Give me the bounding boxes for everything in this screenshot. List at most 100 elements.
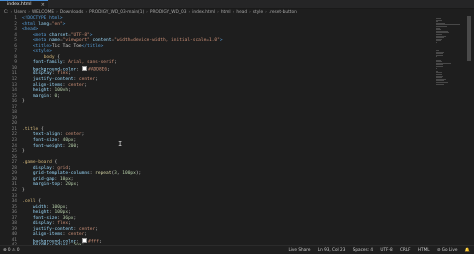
go-live-button[interactable]: ⊘ Go Live <box>437 247 458 252</box>
code-token: center <box>65 132 81 137</box>
code-token <box>22 144 33 149</box>
minimap-line <box>436 55 443 56</box>
breadcrumb-separator-icon: › <box>28 10 30 15</box>
notifications-bell-icon[interactable]: 🔔 <box>465 247 470 252</box>
code-token: margin-top <box>33 182 60 187</box>
code-token: <style> <box>33 49 52 54</box>
code-token <box>22 216 33 221</box>
code-token <box>22 132 33 137</box>
code-token <box>22 88 33 93</box>
code-token: display <box>33 221 52 226</box>
code-token: { <box>36 199 41 204</box>
code-token: #ADD8E6 <box>88 67 107 72</box>
code-token: ; <box>68 221 71 226</box>
code-token: .game-board <box>22 160 52 165</box>
code-token: { <box>52 160 57 165</box>
encoding-setting[interactable]: UTF-8 <box>380 247 392 252</box>
tab-index-html[interactable]: index.html × <box>0 0 48 8</box>
code-area[interactable]: <!DOCTYPE html><html lang="en"><head> <m… <box>22 16 432 245</box>
code-token <box>22 182 33 187</box>
code-token <box>22 205 33 210</box>
breadcrumb-item[interactable]: Downloads <box>60 10 84 15</box>
code-token: ; <box>95 227 98 232</box>
breadcrumb-separator-icon: › <box>56 10 58 15</box>
minimap[interactable] <box>432 16 462 245</box>
code-token: Arial, sans-serif <box>68 60 114 65</box>
code-token <box>22 232 33 237</box>
code-token <box>22 49 33 54</box>
code-token: <!DOCTYPE html> <box>22 16 63 21</box>
breadcrumb-item[interactable]: head <box>236 10 247 15</box>
code-token: ; <box>84 83 87 88</box>
code-token: 100px <box>55 210 69 215</box>
code-token: ; <box>84 232 87 237</box>
status-bar: ⊗ 0 ⚠ 0 Live Share Ln 93, Col 23 Spaces:… <box>0 245 474 253</box>
code-token: width <box>33 205 47 210</box>
code-token: name <box>49 38 60 43</box>
cursor-position[interactable]: Ln 93, Col 23 <box>318 247 346 252</box>
code-token: } <box>22 149 25 154</box>
breadcrumb-separator-icon: › <box>10 10 12 15</box>
code-token: font-family <box>33 60 63 65</box>
vertical-scrollbar[interactable] <box>466 16 472 245</box>
breadcrumb-separator-icon: › <box>85 10 87 15</box>
code-token: <meta <box>33 33 49 38</box>
code-token: } <box>22 188 25 193</box>
breadcrumb-item[interactable]: .reset-button <box>269 10 297 15</box>
breadcrumb-item[interactable]: index.html <box>192 10 215 15</box>
code-token: 100px <box>52 205 66 210</box>
code-token <box>22 210 33 215</box>
code-editor[interactable]: 1234567891011121314151617181920212223242… <box>0 16 474 245</box>
code-token: align-items <box>33 83 63 88</box>
code-token: font-weight <box>33 144 63 149</box>
code-token: charset <box>49 33 68 38</box>
code-token: center <box>68 83 84 88</box>
minimap-line <box>436 40 441 41</box>
tab-bar: index.html × <box>0 0 474 9</box>
breadcrumb-item[interactable]: WELCOME <box>32 10 54 15</box>
code-token: ; <box>99 239 102 244</box>
code-token <box>22 171 33 176</box>
code-token: ; <box>95 77 98 82</box>
code-token: ; <box>114 60 117 65</box>
code-token: ); <box>136 171 141 176</box>
code-token: <title> <box>33 44 52 49</box>
code-token <box>22 33 33 38</box>
code-token: height <box>33 210 49 215</box>
code-token: 20px <box>65 182 76 187</box>
indentation-setting[interactable]: Spaces: 4 <box>353 247 373 252</box>
code-token: ; <box>68 88 71 93</box>
tab-close-icon[interactable]: × <box>41 1 45 9</box>
code-token: "en" <box>52 22 63 27</box>
scrollbar-thumb[interactable] <box>467 16 471 61</box>
eol-setting[interactable]: CRLF <box>400 247 411 252</box>
code-token: } <box>22 99 25 104</box>
breadcrumb-item[interactable]: style <box>253 10 263 15</box>
code-token <box>22 221 33 226</box>
breadcrumb-item[interactable]: C: <box>4 10 8 15</box>
code-token: 100px <box>122 171 136 176</box>
code-token: repeat <box>95 171 111 176</box>
color-swatch-icon[interactable] <box>82 66 88 72</box>
minimap-line <box>436 66 443 67</box>
code-token: ; <box>74 216 77 221</box>
breadcrumb-separator-icon: › <box>249 10 251 15</box>
breadcrumb-item[interactable]: PRODIGY_WD_03-main(1) <box>89 10 144 15</box>
code-token: <meta <box>33 38 49 43</box>
text-cursor-icon: I <box>118 140 121 148</box>
breadcrumb: C:›Users›WELCOME›Downloads›PRODIGY_WD_03… <box>0 9 474 16</box>
code-token: 100vh <box>55 88 69 93</box>
language-mode[interactable]: HTML <box>418 247 430 252</box>
tab-label: index.html <box>7 2 32 7</box>
breadcrumb-item[interactable]: PRODIGY_WD_03 <box>150 10 187 15</box>
code-token: .cell <box>22 199 36 204</box>
code-token: "width=device-width, initial-scale=1.0" <box>114 38 220 43</box>
breadcrumb-item[interactable]: html <box>221 10 231 15</box>
code-token: </title> <box>82 44 104 49</box>
code-token: <head> <box>22 27 38 32</box>
code-token <box>22 94 33 99</box>
live-share-button[interactable]: Live Share <box>288 247 310 252</box>
code-token: flex <box>57 221 68 226</box>
code-token <box>22 38 33 43</box>
breadcrumb-item[interactable]: Users <box>14 10 26 15</box>
